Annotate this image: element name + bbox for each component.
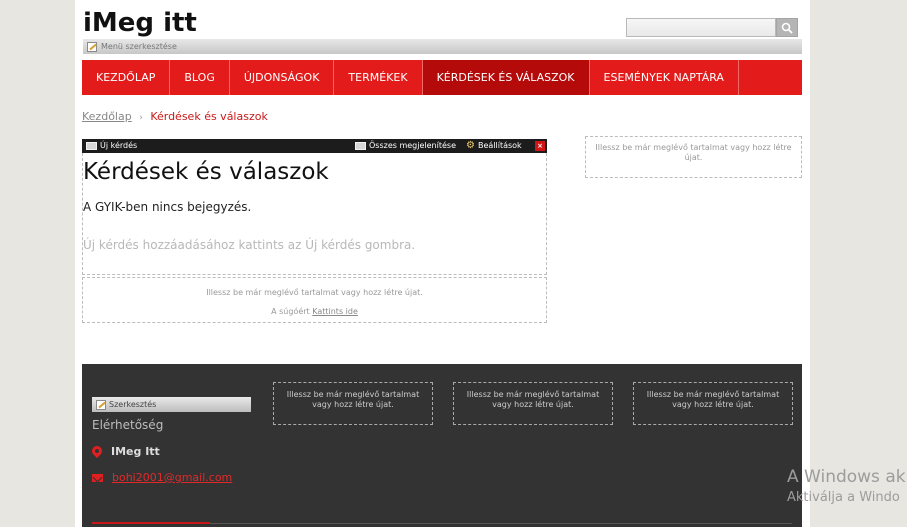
footer-heading: Elérhetőség bbox=[92, 418, 164, 432]
nav-item-esemenyek-naptara[interactable]: ESEMÉNYEK NAPTÁRA bbox=[590, 60, 739, 95]
drop-zone-line-2: vagy hozz létre újat. bbox=[312, 400, 394, 409]
footer-drop-zone-3[interactable]: Illessz be már meglévő tartalmat vagy ho… bbox=[633, 382, 793, 425]
envelope-icon bbox=[92, 474, 103, 482]
edit-icon bbox=[87, 41, 97, 52]
drop-zone-text: Illessz be már meglévő tartalmat vagy ho… bbox=[206, 288, 423, 297]
gear-icon: ⚙ bbox=[466, 140, 475, 151]
nav-item-termekek[interactable]: TERMÉKEK bbox=[334, 60, 423, 95]
footer-email-row: bohi2001@gmail.com bbox=[92, 471, 232, 485]
close-button[interactable]: × bbox=[535, 141, 545, 151]
new-question-icon bbox=[86, 142, 97, 150]
faq-content: Kérdések és válaszok A GYIK-ben nincs be… bbox=[82, 153, 547, 275]
nav-item-kerdesek-es-valaszok[interactable]: KÉRDÉSEK ÉS VÁLASZOK bbox=[422, 60, 590, 95]
content-drop-zone[interactable]: Illessz be már meglévő tartalmat vagy ho… bbox=[82, 277, 547, 323]
faq-title: Kérdések és válaszok bbox=[83, 159, 329, 185]
faq-empty-message: A GYIK-ben nincs bejegyzés. bbox=[83, 200, 252, 214]
drop-zone-line-2: vagy hozz létre újat. bbox=[672, 400, 754, 409]
drop-zone-line-1: Illessz be már meglévő tartalmat bbox=[466, 390, 600, 399]
breadcrumb: Kezdőlap › Kérdések és válaszok bbox=[82, 110, 268, 125]
footer-site-row: IMeg Itt bbox=[92, 445, 160, 459]
footer-drop-zone-2[interactable]: Illessz be már meglévő tartalmat vagy ho… bbox=[453, 382, 613, 425]
windows-activation-watermark: A Windows ak Aktiválja a Windo bbox=[787, 467, 906, 506]
search-button[interactable] bbox=[776, 18, 798, 37]
drop-zone-line-2: vagy hozz létre újat. bbox=[492, 400, 574, 409]
main-nav: KEZDŐLAP BLOG ÚJDONSÁGOK TERMÉKEK KÉRDÉS… bbox=[82, 60, 802, 95]
help-prefix: A súgóért bbox=[271, 307, 310, 316]
edit-icon bbox=[96, 399, 106, 410]
watermark-line-1: A Windows ak bbox=[787, 467, 906, 487]
breadcrumb-current: Kérdések és válaszok bbox=[150, 110, 268, 123]
search-input[interactable] bbox=[626, 18, 776, 37]
show-all-label: Összes megjelenítése bbox=[369, 141, 456, 150]
page: iMeg itt Menü szerkesztése KEZDŐLAP BLOG… bbox=[75, 0, 810, 527]
menu-edit-bar[interactable]: Menü szerkesztése bbox=[83, 39, 802, 54]
breadcrumb-separator: › bbox=[139, 113, 143, 123]
sidebar-drop-zone[interactable]: Illessz be már meglévő tartalmat vagy ho… bbox=[585, 136, 802, 178]
list-icon bbox=[355, 142, 366, 150]
footer-email-link[interactable]: bohi2001@gmail.com bbox=[112, 471, 232, 485]
footer-edit-bar[interactable]: Szerkesztés bbox=[92, 397, 251, 412]
footer: Szerkesztés Elérhetőség IMeg Itt bohi200… bbox=[82, 364, 802, 527]
breadcrumb-home-link[interactable]: Kezdőlap bbox=[82, 110, 132, 123]
settings-label: Beállítások bbox=[477, 141, 522, 150]
magnifier-icon bbox=[781, 22, 793, 34]
settings-button[interactable]: ⚙ Beállítások bbox=[466, 139, 522, 153]
footer-site-name: IMeg Itt bbox=[111, 445, 160, 458]
watermark-line-2: Aktiválja a Windo bbox=[787, 490, 900, 505]
menu-edit-label: Menü szerkesztése bbox=[101, 42, 177, 51]
footer-edit-label: Szerkesztés bbox=[109, 400, 157, 409]
show-all-button[interactable]: Összes megjelenítése bbox=[355, 139, 456, 153]
new-question-button[interactable]: Új kérdés bbox=[86, 139, 137, 153]
drop-zone-line-1: Illessz be már meglévő tartalmat bbox=[286, 390, 420, 399]
nav-item-ujdonsagok[interactable]: ÚJDONSÁGOK bbox=[230, 60, 335, 95]
faq-hint: Új kérdés hozzáadásához kattints az Új k… bbox=[83, 238, 416, 252]
footer-drop-zone-1[interactable]: Illessz be már meglévő tartalmat vagy ho… bbox=[273, 382, 433, 425]
drop-zone-line-1: Illessz be már meglévő tartalmat bbox=[646, 390, 780, 399]
nav-item-blog[interactable]: BLOG bbox=[170, 60, 230, 95]
footer-accent-line bbox=[92, 522, 210, 524]
nav-item-kezdolap[interactable]: KEZDŐLAP bbox=[82, 60, 171, 95]
faq-toolbar: Új kérdés Összes megjelenítése ⚙ Beállít… bbox=[82, 139, 547, 153]
help-line: A súgóért Kattints ide bbox=[83, 307, 546, 317]
help-link[interactable]: Kattints ide bbox=[312, 307, 358, 316]
location-pin-icon bbox=[92, 446, 102, 458]
new-question-label: Új kérdés bbox=[100, 141, 138, 150]
site-title[interactable]: iMeg itt bbox=[83, 8, 197, 38]
